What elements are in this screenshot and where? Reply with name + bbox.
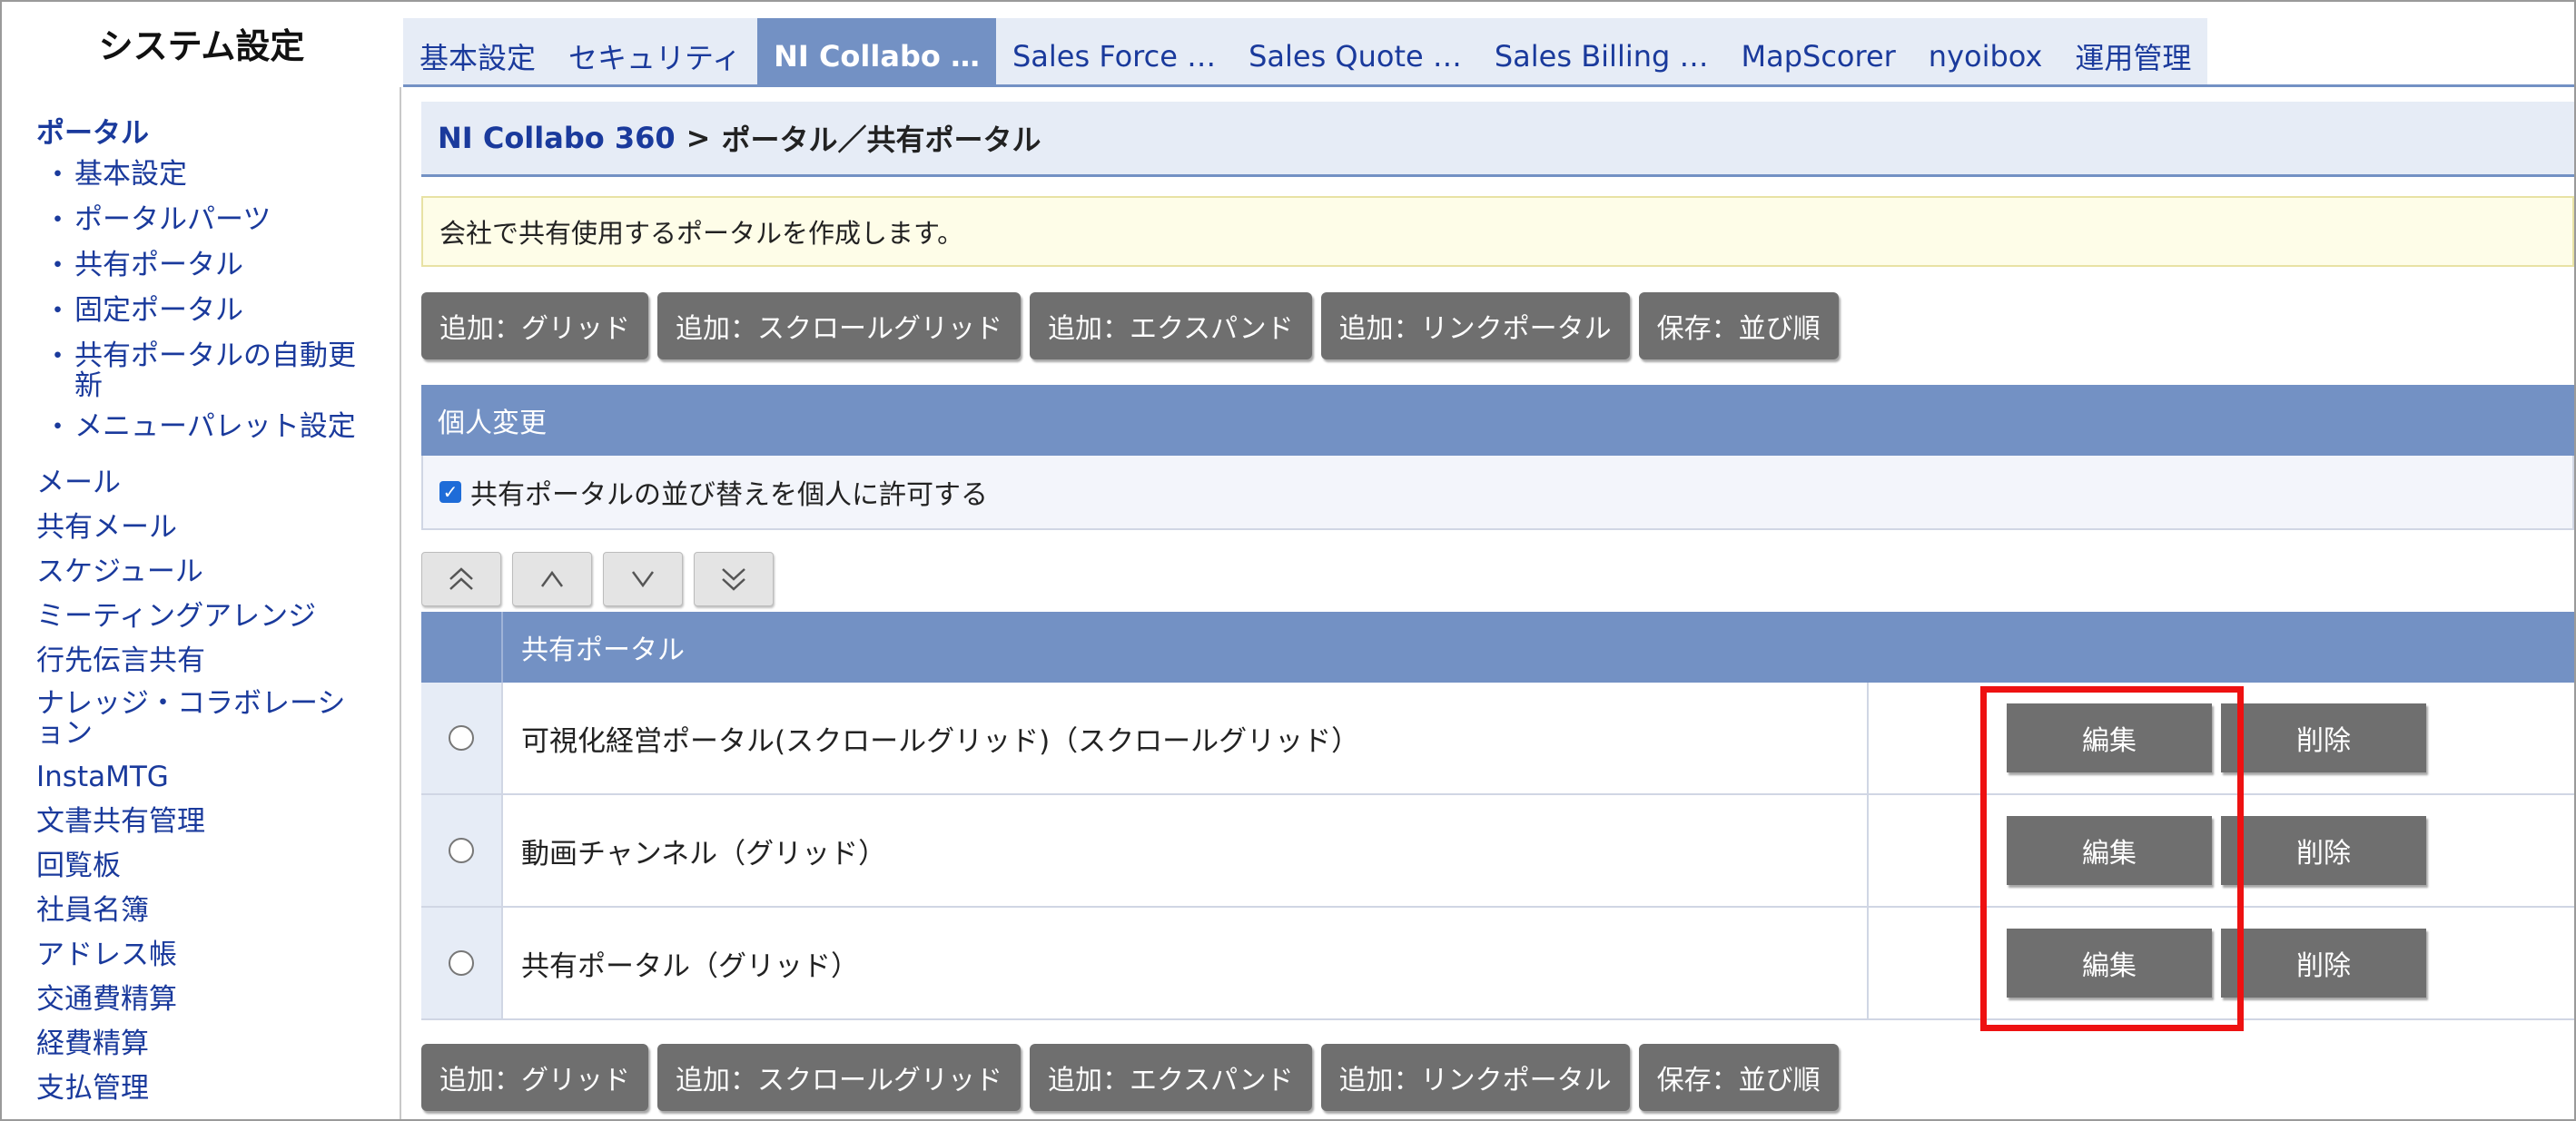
portal-name: 可視化経営ポータル(スクロールグリッド)（スクロールグリッド）	[503, 683, 1869, 793]
sort-button-group	[421, 552, 774, 606]
sidebar-subitem-label: メニューパレット設定	[74, 410, 356, 443]
description-notice: 会社で共有使用するポータルを作成します。	[421, 196, 2574, 267]
app-title: システム設定	[98, 26, 305, 66]
bullet-icon: ・	[44, 295, 72, 328]
move-up-button[interactable]	[512, 552, 592, 606]
sidebar-item-mail[interactable]: メール	[2, 467, 372, 499]
bullet-icon: ・	[44, 204, 72, 237]
sidebar-subitem-label: 基本設定	[74, 158, 187, 191]
add-scroll-grid-button[interactable]: 追加：スクロールグリッド	[657, 1044, 1021, 1111]
add-link-portal-button[interactable]: 追加：リンクポータル	[1320, 292, 1630, 359]
breadcrumb-separator: >	[686, 121, 711, 155]
personal-change-body: ✓ 共有ポータルの並び替えを個人に許可する	[421, 456, 2574, 530]
add-grid-button[interactable]: 追加：グリッド	[421, 292, 648, 359]
sidebar-subitem-label: ポータルパーツ	[74, 203, 271, 236]
sidebar-item-shared-mail[interactable]: 共有メール	[2, 511, 372, 544]
sidebar-subitem-fixed-portal[interactable]: ・ 固定ポータル	[2, 292, 400, 330]
action-button-row-top: 追加：グリッド 追加：スクロールグリッド 追加：エクスパンド 追加：リンクポータ…	[421, 292, 1839, 359]
delete-button[interactable]: 削除	[2221, 703, 2426, 772]
sidebar-item-payment-management[interactable]: 支払管理	[2, 1072, 372, 1105]
save-order-button[interactable]: 保存：並び順	[1638, 292, 1839, 359]
sidebar-subitem-label: 共有ポータル	[74, 249, 243, 281]
personal-change-header: 個人変更	[421, 385, 2574, 456]
portal-name: 共有ポータル（グリッド）	[503, 908, 1869, 1018]
sidebar-subitem-label: 固定ポータル	[74, 294, 243, 327]
tab-sales-force[interactable]: Sales Force …	[996, 18, 1232, 85]
breadcrumb-link[interactable]: NI Collabo 360	[438, 121, 676, 155]
table-row: 共有ポータル（グリッド） 編集 削除	[421, 908, 2574, 1020]
sidebar-subitem-basic-settings[interactable]: ・ 基本設定	[2, 156, 400, 194]
bullet-icon: ・	[44, 250, 72, 282]
move-top-button[interactable]	[421, 552, 501, 606]
row-select-radio[interactable]	[449, 838, 474, 863]
page-title: ポータル／共有ポータル	[721, 123, 1041, 157]
sidebar-item-employee-directory[interactable]: 社員名簿	[2, 894, 372, 927]
tab-mapscorer[interactable]: MapScorer	[1724, 18, 1911, 85]
sidebar-subitem-auto-update[interactable]: ・ 共有ポータルの自動更新	[2, 338, 400, 401]
move-bottom-icon	[722, 568, 745, 591]
tab-basic-settings[interactable]: 基本設定	[403, 18, 552, 85]
sidebar-item-schedule[interactable]: スケジュール	[2, 556, 372, 588]
sidebar-item-expense[interactable]: 経費精算	[2, 1028, 372, 1060]
delete-button[interactable]: 削除	[2221, 929, 2426, 998]
breadcrumb: NI Collabo 360 > ポータル／共有ポータル	[421, 102, 2574, 177]
tab-ni-collabo[interactable]: NI Collabo …	[757, 18, 996, 85]
add-scroll-grid-button[interactable]: 追加：スクロールグリッド	[657, 292, 1021, 359]
save-order-button[interactable]: 保存：並び順	[1638, 1044, 1839, 1111]
tab-sales-billing[interactable]: Sales Billing …	[1478, 18, 1725, 85]
sidebar-section-portal[interactable]: ポータル	[2, 114, 400, 152]
tab-nyoibox[interactable]: nyoibox	[1912, 18, 2059, 85]
window: システム設定 基本設定 セキュリティ NI Collabo … Sales Fo…	[0, 0, 2576, 1121]
row-select-radio[interactable]	[449, 725, 474, 751]
sidebar-item-meeting-arrange[interactable]: ミーティングアレンジ	[2, 600, 372, 633]
sidebar-item-circular[interactable]: 回覧板	[2, 850, 372, 882]
sidebar-item-knowledge-collaboration[interactable]: ナレッジ・コラボレーション	[2, 689, 372, 749]
move-down-icon	[631, 571, 655, 588]
top-tab-bar: 基本設定 セキュリティ NI Collabo … Sales Force … S…	[403, 18, 2208, 85]
add-grid-button[interactable]: 追加：グリッド	[421, 1044, 648, 1111]
bullet-icon: ・	[44, 340, 72, 373]
bullet-icon: ・	[44, 159, 72, 192]
tab-operation-management[interactable]: 運用管理	[2058, 18, 2207, 85]
shared-portal-table: 共有ポータル 可視化経営ポータル(スクロールグリッド)（スクロールグリッド） 編…	[421, 612, 2574, 1020]
move-bottom-button[interactable]	[694, 552, 774, 606]
portal-name: 動画チャンネル（グリッド）	[503, 795, 1869, 906]
sidebar-item-travel-expense[interactable]: 交通費精算	[2, 983, 372, 1016]
sidebar-item-document-sharing[interactable]: 文書共有管理	[2, 805, 372, 838]
delete-button[interactable]: 削除	[2221, 816, 2426, 885]
sidebar-item-instamtg[interactable]: InstaMTG	[2, 761, 372, 793]
bullet-icon: ・	[44, 411, 72, 444]
action-button-row-bottom: 追加：グリッド 追加：スクロールグリッド 追加：エクスパンド 追加：リンクポータ…	[421, 1044, 1839, 1111]
move-down-button[interactable]	[603, 552, 683, 606]
sidebar-item-address-book[interactable]: アドレス帳	[2, 939, 372, 971]
main-content: NI Collabo 360 > ポータル／共有ポータル 会社で共有使用するポー…	[421, 87, 2574, 1119]
add-expand-button[interactable]: 追加：エクスパンド	[1030, 292, 1312, 359]
table-header: 共有ポータル	[421, 612, 2574, 683]
tab-security[interactable]: セキュリティ	[552, 18, 757, 85]
row-select-radio[interactable]	[449, 950, 474, 976]
add-expand-button[interactable]: 追加：エクスパンド	[1030, 1044, 1312, 1111]
table-row: 可視化経営ポータル(スクロールグリッド)（スクロールグリッド） 編集 削除	[421, 683, 2574, 795]
sidebar-subitem-portal-parts[interactable]: ・ ポータルパーツ	[2, 202, 400, 240]
column-header-shared-portal: 共有ポータル	[521, 634, 685, 666]
sidebar: ポータル ・ 基本設定 ・ ポータルパーツ ・ 共有ポータル ・ 固定ポータル …	[2, 87, 401, 1119]
allow-reorder-label[interactable]: 共有ポータルの並び替えを個人に許可する	[470, 472, 988, 512]
sidebar-subitem-shared-portal[interactable]: ・ 共有ポータル	[2, 247, 400, 285]
sidebar-subitem-menu-palette[interactable]: ・ メニューパレット設定	[2, 408, 400, 447]
sidebar-subitem-label: 共有ポータルの自動更新	[74, 339, 356, 402]
tab-sales-quote[interactable]: Sales Quote …	[1232, 18, 1478, 85]
add-link-portal-button[interactable]: 追加：リンクポータル	[1320, 1044, 1630, 1111]
move-top-icon	[449, 567, 473, 590]
allow-reorder-checkbox[interactable]: ✓	[439, 481, 461, 503]
table-row: 動画チャンネル（グリッド） 編集 削除	[421, 795, 2574, 908]
move-up-icon	[540, 570, 564, 587]
sidebar-item-destination-message[interactable]: 行先伝言共有	[2, 644, 372, 677]
annotation-highlight-box	[1980, 686, 2244, 1031]
